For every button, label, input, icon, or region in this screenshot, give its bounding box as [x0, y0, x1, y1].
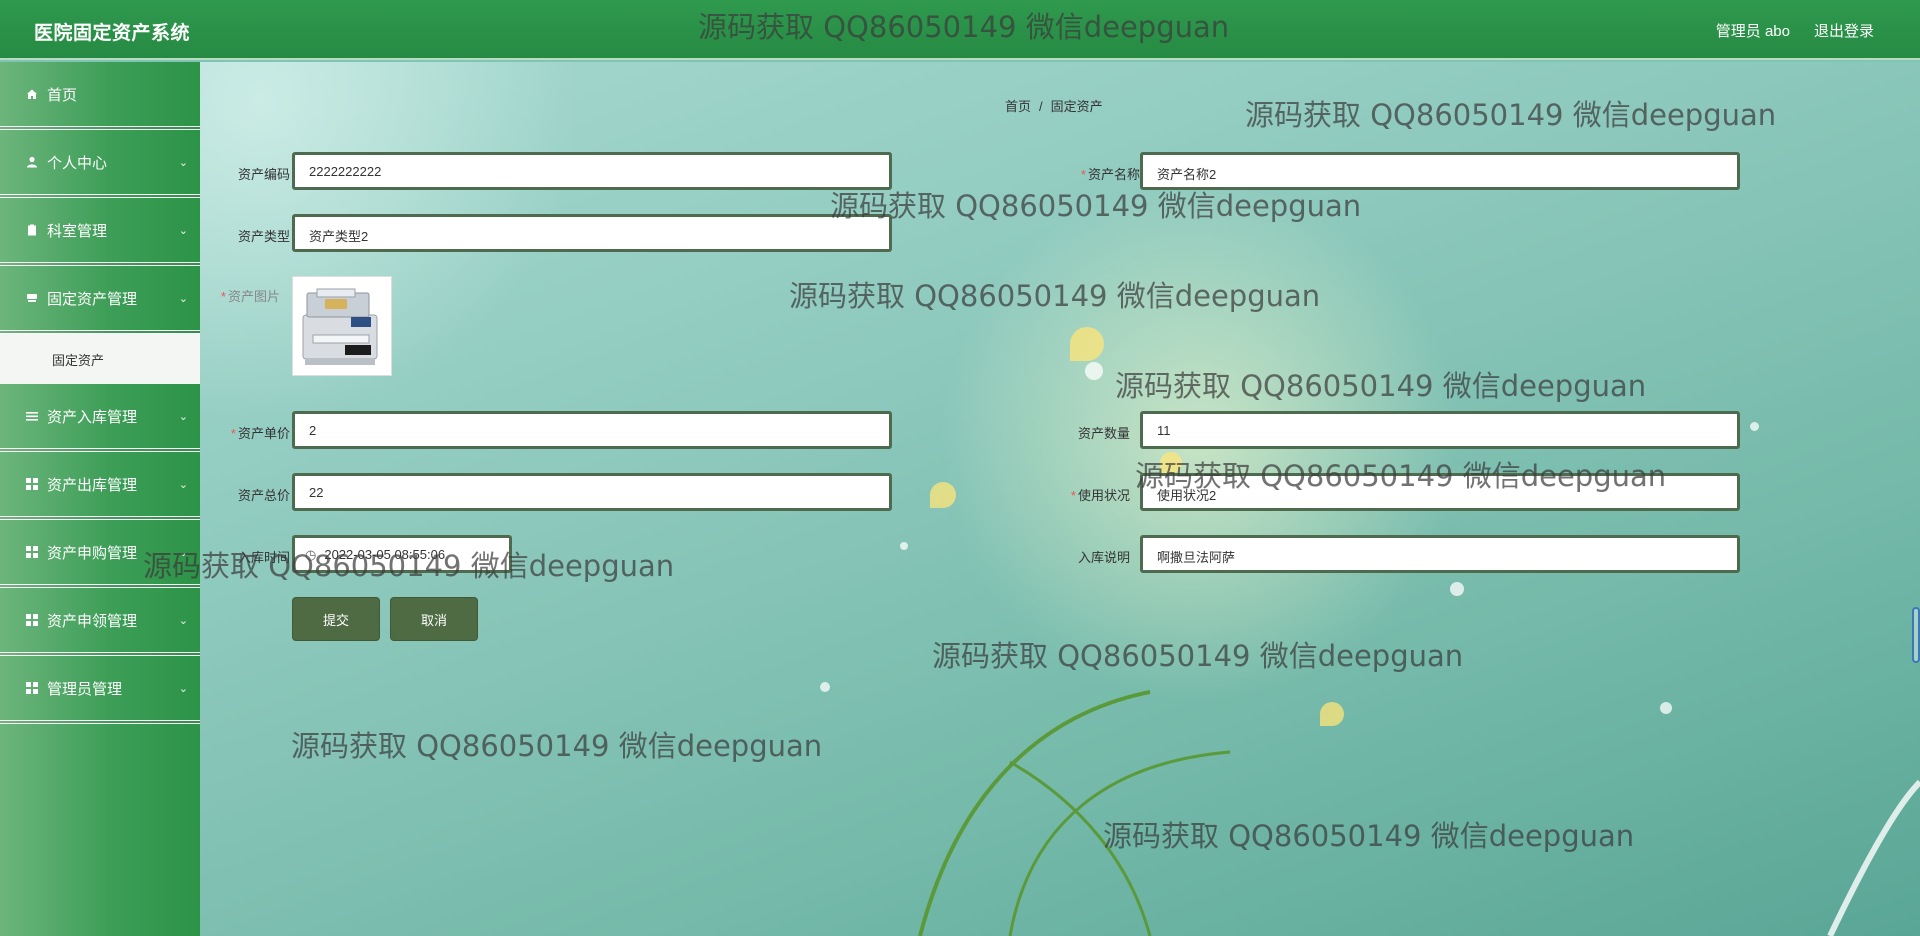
flower-decoration: [930, 482, 956, 508]
rice-stalk-decoration: [918, 690, 1920, 936]
printer-image: [302, 288, 378, 365]
sidebar-item-label: 管理员管理: [47, 680, 123, 698]
sidebar-item-home[interactable]: 首页: [0, 62, 200, 130]
app-title: 医院固定资产系统: [34, 23, 191, 44]
stock-in-time-picker[interactable]: ◷ 2022-03-05 08:55:06: [292, 535, 512, 573]
stock-in-time-value: 2022-03-05 08:55:06: [324, 547, 446, 562]
quantity-input[interactable]: 11: [1140, 411, 1740, 449]
grid-icon: [26, 682, 38, 694]
chevron-down-icon: ⌄: [178, 411, 188, 423]
asset-name-label: * 资产名称: [1080, 167, 1140, 182]
stock-in-time-label: 入库时间: [237, 550, 290, 565]
scrollbar-thumb[interactable]: [1912, 607, 1920, 663]
user-icon: [26, 156, 38, 168]
asset-name-input[interactable]: 资产名称2: [1140, 152, 1740, 190]
cancel-button[interactable]: 取消: [390, 597, 478, 641]
quantity-label: 资产数量: [1077, 426, 1130, 441]
breadcrumb: 首页 / 固定资产: [1005, 96, 1103, 115]
sidebar-item-label: 科室管理: [47, 222, 108, 240]
sidebar-item-stock-in[interactable]: 资产入库管理 ⌄: [0, 384, 200, 452]
sidebar-item-personal-center[interactable]: 个人中心 ⌄: [0, 130, 200, 198]
breadcrumb-separator: /: [1039, 99, 1043, 114]
sidebar-item-stock-out[interactable]: 资产出库管理 ⌄: [0, 452, 200, 520]
chevron-down-icon: ⌄: [178, 547, 188, 559]
sidebar-item-label: 资产申购管理: [47, 544, 138, 562]
chevron-down-icon: ⌄: [178, 479, 188, 491]
sidebar-item-fixed-assets[interactable]: 固定资产管理 ⌄: [0, 266, 200, 334]
sidebar-item-label: 资产申领管理: [47, 612, 138, 630]
bokeh-dot: [900, 542, 908, 550]
asset-code-input[interactable]: 2222222222: [292, 152, 892, 190]
asset-image-label: * 资产图片: [220, 289, 280, 304]
unit-price-label: * 资产单价: [230, 426, 290, 441]
unit-price-input[interactable]: 2: [292, 411, 892, 449]
sidebar: 首页 个人中心 ⌄ 科室管理 ⌄ 固定资产管理 ⌄ 固定资产 资产入库管理 ⌄ …: [0, 62, 200, 936]
stock-in-note-label: 入库说明: [1077, 550, 1130, 565]
chevron-down-icon: ⌄: [178, 157, 188, 169]
flower-decoration: [1070, 327, 1104, 361]
breadcrumb-home[interactable]: 首页: [1005, 99, 1031, 114]
logout-link[interactable]: 退出登录: [1814, 20, 1874, 41]
sidebar-subitem-fixed-asset[interactable]: 固定资产: [0, 334, 200, 384]
chevron-up-icon: ⌄: [178, 293, 188, 305]
sidebar-item-label: 个人中心: [47, 154, 108, 172]
sidebar-item-label: 首页: [47, 86, 78, 104]
sidebar-item-label: 固定资产管理: [47, 290, 138, 308]
admin-user-label[interactable]: 管理员 abo: [1716, 20, 1790, 41]
clipboard-icon: [26, 224, 38, 236]
clock-icon: ◷: [305, 547, 317, 562]
chevron-down-icon: ⌄: [178, 615, 188, 627]
flower-decoration: [1160, 452, 1182, 474]
asset-image-thumbnail[interactable]: [292, 276, 392, 376]
user-area: 管理员 abo 退出登录: [1716, 20, 1874, 41]
stock-in-note-input[interactable]: 啊撒旦法阿萨: [1140, 535, 1740, 573]
sidebar-item-requisition[interactable]: 资产申领管理 ⌄: [0, 588, 200, 656]
top-navbar: 医院固定资产系统 管理员 abo 退出登录: [0, 0, 1920, 60]
usage-status-label: * 使用状况: [1070, 488, 1130, 503]
sidebar-item-purchase[interactable]: 资产申购管理 ⌄: [0, 520, 200, 588]
total-price-input[interactable]: 22: [292, 473, 892, 511]
breadcrumb-current: 固定资产: [1050, 99, 1103, 114]
asset-code-label: 资产编码: [237, 167, 290, 182]
sidebar-item-label: 资产出库管理: [47, 476, 138, 494]
sidebar-item-admin[interactable]: 管理员管理 ⌄: [0, 656, 200, 724]
box-icon: [26, 292, 38, 304]
grid-icon: [26, 614, 38, 626]
chevron-down-icon: ⌄: [178, 683, 188, 695]
bokeh-dot: [1085, 362, 1103, 380]
asset-type-label: 资产类型: [237, 229, 290, 244]
sidebar-item-label: 资产入库管理: [47, 408, 138, 426]
total-price-label: 资产总价: [237, 488, 290, 503]
main-content: 首页 / 固定资产 资产编码 2222222222 * 资产名称 资产名称2 资产类型…: [200, 62, 1920, 936]
grid-icon: [26, 478, 38, 490]
home-icon: [26, 88, 38, 100]
sidebar-item-department[interactable]: 科室管理 ⌄: [0, 198, 200, 266]
bokeh-dot: [1750, 422, 1759, 431]
asset-type-input[interactable]: 资产类型2: [292, 214, 892, 252]
grid-icon: [26, 546, 38, 558]
submit-button[interactable]: 提交: [292, 597, 380, 641]
usage-status-input[interactable]: 使用状况2: [1140, 473, 1740, 511]
list-icon: [26, 410, 38, 422]
chevron-down-icon: ⌄: [178, 225, 188, 237]
